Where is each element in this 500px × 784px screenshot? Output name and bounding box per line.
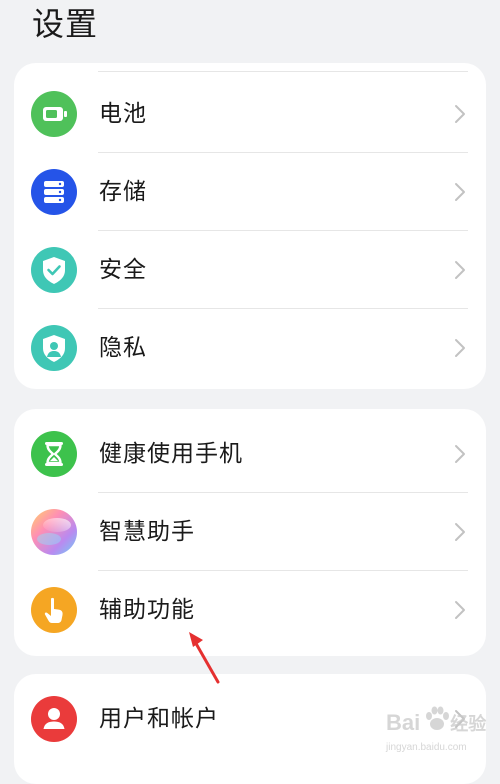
chevron-right-icon bbox=[450, 260, 470, 280]
settings-item-label: 用户和帐户 bbox=[99, 706, 219, 732]
settings-item-battery[interactable]: 电池 bbox=[14, 75, 486, 153]
settings-item-label: 电池 bbox=[99, 101, 147, 127]
chevron-right-icon bbox=[450, 522, 470, 542]
hand-pointer-icon bbox=[31, 587, 77, 633]
settings-item-privacy[interactable]: 隐私 bbox=[14, 309, 486, 387]
chevron-right-icon bbox=[450, 600, 470, 620]
chevron-right-icon bbox=[450, 444, 470, 464]
storage-icon bbox=[31, 169, 77, 215]
settings-item-security[interactable]: 安全 bbox=[14, 231, 486, 309]
settings-item-label: 智慧助手 bbox=[99, 519, 195, 545]
settings-item-label: 辅助功能 bbox=[99, 597, 195, 623]
hourglass-icon bbox=[31, 431, 77, 477]
settings-item-label: 存储 bbox=[99, 179, 147, 205]
page-title: 设置 bbox=[32, 5, 99, 43]
settings-group-device: 电池 存储 安全 隐私 bbox=[14, 63, 486, 389]
divider bbox=[98, 71, 468, 72]
baidu-paw-icon bbox=[422, 704, 452, 734]
settings-item-label: 健康使用手机 bbox=[99, 441, 243, 467]
settings-item-label: 隐私 bbox=[99, 335, 147, 361]
settings-item-label: 安全 bbox=[99, 257, 147, 283]
chevron-right-icon bbox=[450, 182, 470, 202]
red-arrow-icon bbox=[180, 628, 230, 688]
assistant-gradient-icon bbox=[31, 509, 77, 555]
watermark-url: jingyan.baidu.com bbox=[386, 742, 467, 753]
settings-item-smart-assistant[interactable]: 智慧助手 bbox=[14, 493, 486, 571]
chevron-right-icon bbox=[450, 338, 470, 358]
settings-item-storage[interactable]: 存储 bbox=[14, 153, 486, 231]
baidu-watermark: Bai 经验 jingyan.baidu.com bbox=[382, 704, 492, 762]
settings-item-accessibility[interactable]: 辅助功能 bbox=[14, 571, 486, 649]
user-icon bbox=[31, 696, 77, 742]
settings-item-digital-balance[interactable]: 健康使用手机 bbox=[14, 415, 486, 493]
battery-icon bbox=[31, 91, 77, 137]
privacy-shield-icon bbox=[31, 325, 77, 371]
chevron-right-icon bbox=[450, 104, 470, 124]
security-shield-icon bbox=[31, 247, 77, 293]
settings-group-assist: 健康使用手机 智慧助手 辅助功能 bbox=[14, 409, 486, 656]
